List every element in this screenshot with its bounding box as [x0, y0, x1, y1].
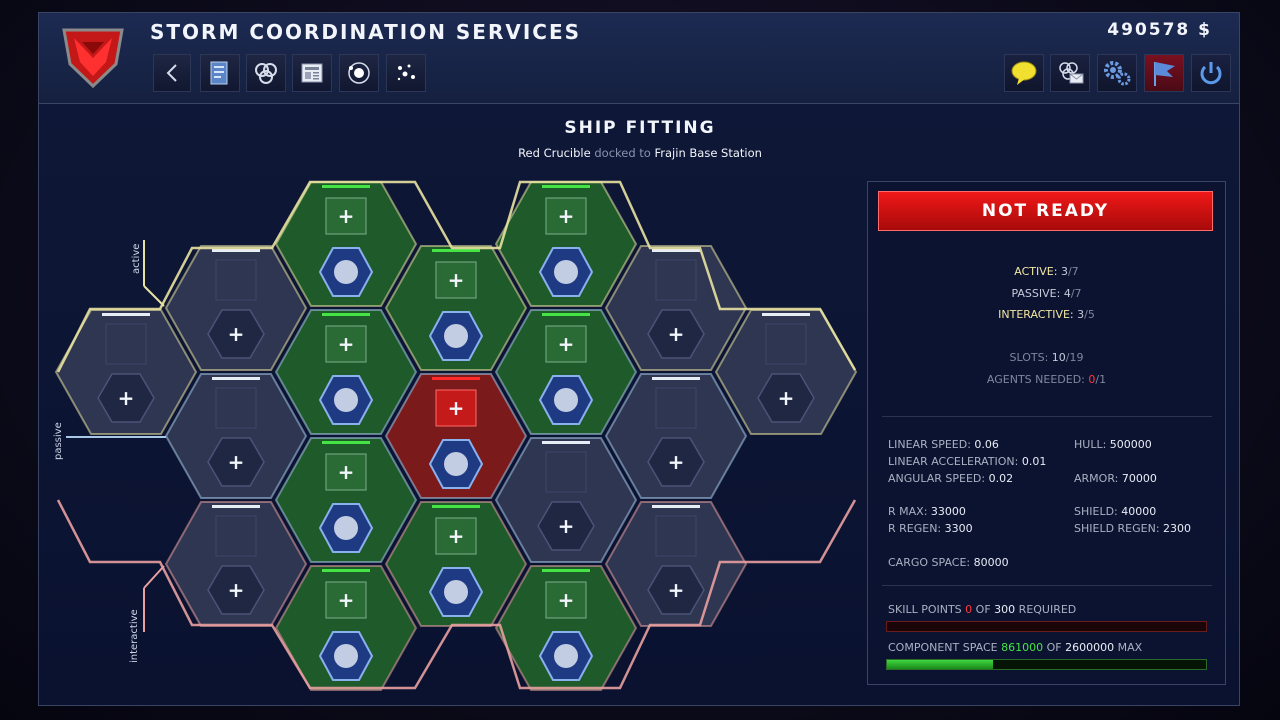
- slot-indicator: [542, 441, 590, 444]
- slot-active-empty[interactable]: +: [54, 309, 198, 435]
- divider: [882, 585, 1212, 586]
- agents-needed: AGENTS NEEDED: 0/1: [986, 373, 1107, 386]
- add-module-button[interactable]: +: [325, 197, 367, 235]
- component-space-fill: [887, 660, 993, 669]
- slot-indicator: [762, 313, 810, 316]
- slot-indicator: [322, 569, 370, 572]
- slot-interactive-empty[interactable]: +: [604, 501, 748, 627]
- plus-icon: +: [778, 386, 795, 410]
- plus-icon: +: [338, 460, 355, 484]
- slot-indicator: [652, 249, 700, 252]
- slot-active-filled[interactable]: +: [384, 245, 528, 371]
- group-label-active: active: [131, 243, 142, 274]
- slot-active-empty[interactable]: +: [164, 245, 308, 371]
- add-module-button[interactable]: +: [325, 581, 367, 619]
- component-space-bar: [886, 659, 1207, 670]
- stat-angular-speed: ANGULAR SPEED: 0.02: [888, 472, 1014, 485]
- passive-count: PASSIVE: 4/7: [1011, 287, 1082, 300]
- plus-icon: +: [338, 332, 355, 356]
- ship-status-panel: NOT READY ACTIVE: 3/7 PASSIVE: 4/7 INTER…: [867, 181, 1226, 685]
- group-label-passive: passive: [53, 422, 64, 460]
- stat-r-regen: R REGEN: 3300: [888, 522, 973, 535]
- slot-interactive-filled[interactable]: +: [274, 565, 418, 691]
- slot-indicator: [542, 185, 590, 188]
- slot-indicator: [212, 377, 260, 380]
- ready-status-button[interactable]: NOT READY: [878, 191, 1213, 231]
- slot-passive-filled[interactable]: +: [494, 309, 638, 435]
- component-space-label: COMPONENT SPACE 861000 OF 2600000 MAX: [888, 641, 1143, 654]
- add-module-button[interactable]: +: [435, 517, 477, 555]
- stat-shield: SHIELD: 40000: [1074, 505, 1157, 518]
- slot-passive-filled[interactable]: +: [274, 309, 418, 435]
- slots-count: SLOTS: 10/19: [1009, 351, 1084, 364]
- slot-passive-empty[interactable]: +: [494, 437, 638, 563]
- add-module-button[interactable]: +: [545, 581, 587, 619]
- slot-indicator: [652, 505, 700, 508]
- add-module-button[interactable]: +: [545, 325, 587, 363]
- slot-indicator: [432, 505, 480, 508]
- add-module-button[interactable]: +: [435, 261, 477, 299]
- stat-armor: ARMOR: 70000: [1074, 472, 1157, 485]
- divider: [882, 416, 1212, 417]
- plus-icon: +: [338, 204, 355, 228]
- slot-interactive-filled[interactable]: +: [384, 501, 528, 627]
- slot-active-filled[interactable]: +: [494, 181, 638, 307]
- plus-icon: +: [228, 578, 245, 602]
- stat-linear-accel: LINEAR ACCELERATION: 0.01: [888, 455, 1047, 468]
- stat-r-max: R MAX: 33000: [888, 505, 966, 518]
- slot-passive-error[interactable]: +: [384, 373, 528, 499]
- plus-icon: +: [558, 588, 575, 612]
- slot-indicator: [542, 569, 590, 572]
- slot-active-empty[interactable]: +: [714, 309, 858, 435]
- stat-cargo: CARGO SPACE: 80000: [888, 556, 1009, 569]
- slot-indicator: [652, 377, 700, 380]
- plus-icon: +: [118, 386, 135, 410]
- slot-indicator: [212, 249, 260, 252]
- plus-icon: +: [558, 204, 575, 228]
- plus-icon: +: [558, 332, 575, 356]
- plus-icon: +: [668, 322, 685, 346]
- slot-indicator: [322, 313, 370, 316]
- slot-indicator: [322, 441, 370, 444]
- slot-active-filled[interactable]: +: [274, 181, 418, 307]
- stat-linear-speed: LINEAR SPEED: 0.06: [888, 438, 999, 451]
- slot-indicator: [432, 377, 480, 380]
- skill-points-label: SKILL POINTS 0 OF 300 REQUIRED: [888, 603, 1077, 616]
- plus-icon: +: [668, 450, 685, 474]
- plus-icon: +: [448, 396, 465, 420]
- slot-interactive-empty[interactable]: +: [164, 501, 308, 627]
- add-module-button[interactable]: +: [435, 389, 477, 427]
- slot-indicator: [542, 313, 590, 316]
- slot-indicator: [432, 249, 480, 252]
- slot-passive-filled[interactable]: +: [274, 437, 418, 563]
- plus-icon: +: [668, 578, 685, 602]
- plus-icon: +: [338, 588, 355, 612]
- plus-icon: +: [228, 450, 245, 474]
- interactive-count: INTERACTIVE: 3/5: [998, 308, 1095, 321]
- slot-passive-empty[interactable]: +: [604, 373, 748, 499]
- add-module-button[interactable]: +: [325, 453, 367, 491]
- slot-indicator: [102, 313, 150, 316]
- plus-icon: +: [448, 268, 465, 292]
- active-count: ACTIVE: 3/7: [1014, 265, 1079, 278]
- skill-points-bar: [886, 621, 1207, 632]
- slot-passive-empty[interactable]: +: [164, 373, 308, 499]
- group-label-interactive: interactive: [129, 609, 140, 663]
- slot-interactive-filled[interactable]: +: [494, 565, 638, 691]
- plus-icon: +: [448, 524, 465, 548]
- add-module-button[interactable]: +: [545, 197, 587, 235]
- stat-hull: HULL: 500000: [1074, 438, 1152, 451]
- plus-icon: +: [558, 514, 575, 538]
- add-module-button[interactable]: +: [325, 325, 367, 363]
- stat-shield-regen: SHIELD REGEN: 2300: [1074, 522, 1192, 535]
- slot-indicator: [322, 185, 370, 188]
- slot-indicator: [212, 505, 260, 508]
- plus-icon: +: [228, 322, 245, 346]
